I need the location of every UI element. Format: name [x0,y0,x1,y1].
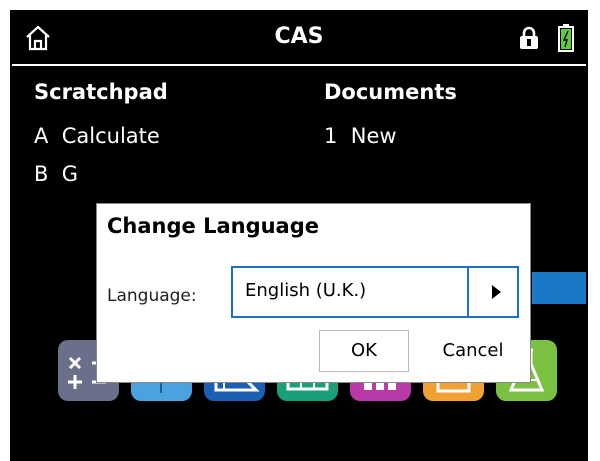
top-bar: CAS [12,12,586,66]
item-label: G [61,162,79,186]
documents-item-new[interactable]: 1 New [324,124,397,148]
item-letter: B [34,162,49,186]
scratchpad-item-calculate[interactable]: A Calculate [34,124,160,148]
home-screen: Scratchpad A Calculate B G Documents 1 N… [12,66,586,459]
item-letter: A [34,124,49,148]
item-number: 1 [324,124,338,148]
lock-icon [520,26,538,49]
document-title: CAS [274,24,324,49]
dialog-title: Change Language [107,214,319,238]
item-label: Calculate [61,124,160,148]
language-select-value: English (U.K.) [245,280,367,301]
battery-icon [558,24,574,52]
language-select[interactable]: English (U.K.) [231,266,519,318]
triangle-right-icon[interactable] [492,285,501,299]
scratchpad-header: Scratchpad [34,80,168,104]
language-label: Language: [107,286,197,306]
handheld-screen: CAS Scratchpad A Calculate B G Documents… [10,10,588,461]
select-divider [467,268,469,316]
item-label: New [350,124,397,148]
ok-button[interactable]: OK [319,330,409,372]
scratchpad-item-graph[interactable]: B G [34,162,78,186]
documents-header: Documents [324,80,457,104]
change-language-dialog: Change Language Language: English (U.K.)… [96,203,531,383]
highlighted-menu-item [532,272,586,304]
cancel-button[interactable]: Cancel [425,330,521,372]
